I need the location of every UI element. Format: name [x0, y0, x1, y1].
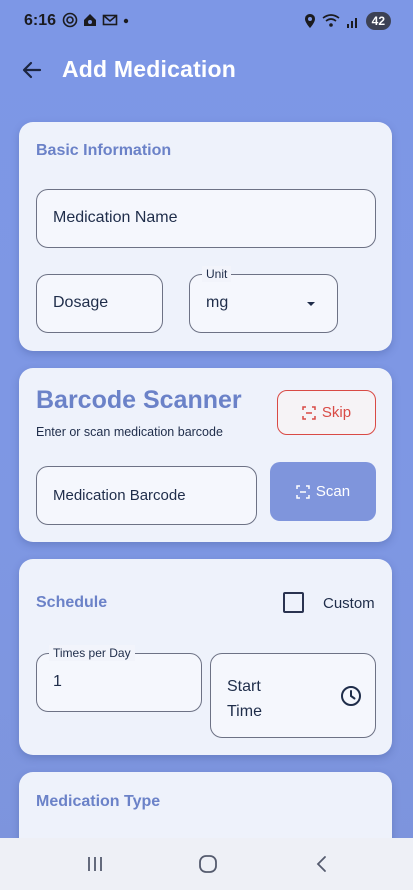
times-per-day-value: 1	[53, 673, 62, 690]
clock-icon	[341, 686, 361, 706]
section-title-barcode: Barcode Scanner	[36, 386, 242, 414]
custom-label: Custom	[323, 595, 375, 612]
section-title-basic-info: Basic Information	[36, 142, 172, 159]
schedule-card: Schedule Custom Times per Day 1 Start Ti…	[19, 559, 392, 755]
page-title: Add Medication	[62, 56, 237, 82]
fingerprint-icon	[62, 12, 78, 28]
basic-info-card: Basic Information Medication Name Dosage…	[19, 122, 392, 351]
barcode-subtitle: Enter or scan medication barcode	[36, 425, 223, 439]
notification-icons	[62, 12, 130, 28]
section-title-schedule: Schedule	[36, 594, 108, 611]
dot-icon	[123, 18, 129, 24]
unit-value: mg	[206, 294, 229, 311]
back-nav-icon[interactable]	[308, 852, 336, 876]
scan-frame-icon	[302, 405, 316, 420]
signal-icon	[346, 18, 357, 28]
skip-button[interactable]: Skip	[277, 390, 376, 435]
times-per-day-field[interactable]: Times per Day 1	[36, 645, 202, 712]
unit-dropdown[interactable]: Unit mg	[189, 266, 338, 333]
recent-apps-icon[interactable]	[81, 852, 109, 876]
location-icon	[304, 14, 315, 28]
dropdown-arrow-icon	[307, 302, 315, 306]
home-icon[interactable]	[194, 852, 222, 876]
wifi-icon	[322, 14, 340, 27]
mail-icon	[102, 14, 118, 26]
scan-frame-icon	[296, 484, 310, 499]
app-bar: Add Medication	[0, 44, 413, 96]
status-time: 6:16	[24, 12, 57, 29]
back-arrow-icon[interactable]	[20, 58, 44, 82]
skip-label: Skip	[321, 404, 352, 421]
battery-indicator: 42	[365, 12, 391, 30]
barcode-field-label: Medication Barcode	[53, 487, 186, 504]
home-person-icon	[84, 14, 96, 26]
dosage-field[interactable]: Dosage	[36, 274, 163, 333]
barcode-card: Barcode Scanner Enter or scan medication…	[19, 368, 392, 542]
scan-label: Scan	[315, 483, 351, 500]
system-icons: 42	[304, 12, 391, 30]
medication-name-field[interactable]: Medication Name	[36, 189, 376, 248]
system-nav-bar	[0, 838, 413, 890]
unit-legend: Unit	[202, 266, 232, 282]
start-time-label-line1: Start	[227, 678, 261, 695]
start-time-button[interactable]: Start Time	[210, 653, 376, 738]
start-time-label-line2: Time	[227, 703, 262, 720]
section-title-medication-type: Medication Type	[36, 793, 161, 810]
barcode-input[interactable]: Medication Barcode	[36, 466, 257, 525]
dosage-label: Dosage	[53, 294, 109, 311]
times-per-day-legend: Times per Day	[49, 645, 135, 661]
status-bar: 6:16 42	[0, 0, 413, 44]
medication-name-label: Medication Name	[53, 209, 178, 226]
scan-button[interactable]: Scan	[270, 462, 376, 521]
app-screen: 6:16 42 Add Medication Basic Information…	[0, 0, 413, 890]
custom-checkbox[interactable]	[283, 592, 304, 613]
